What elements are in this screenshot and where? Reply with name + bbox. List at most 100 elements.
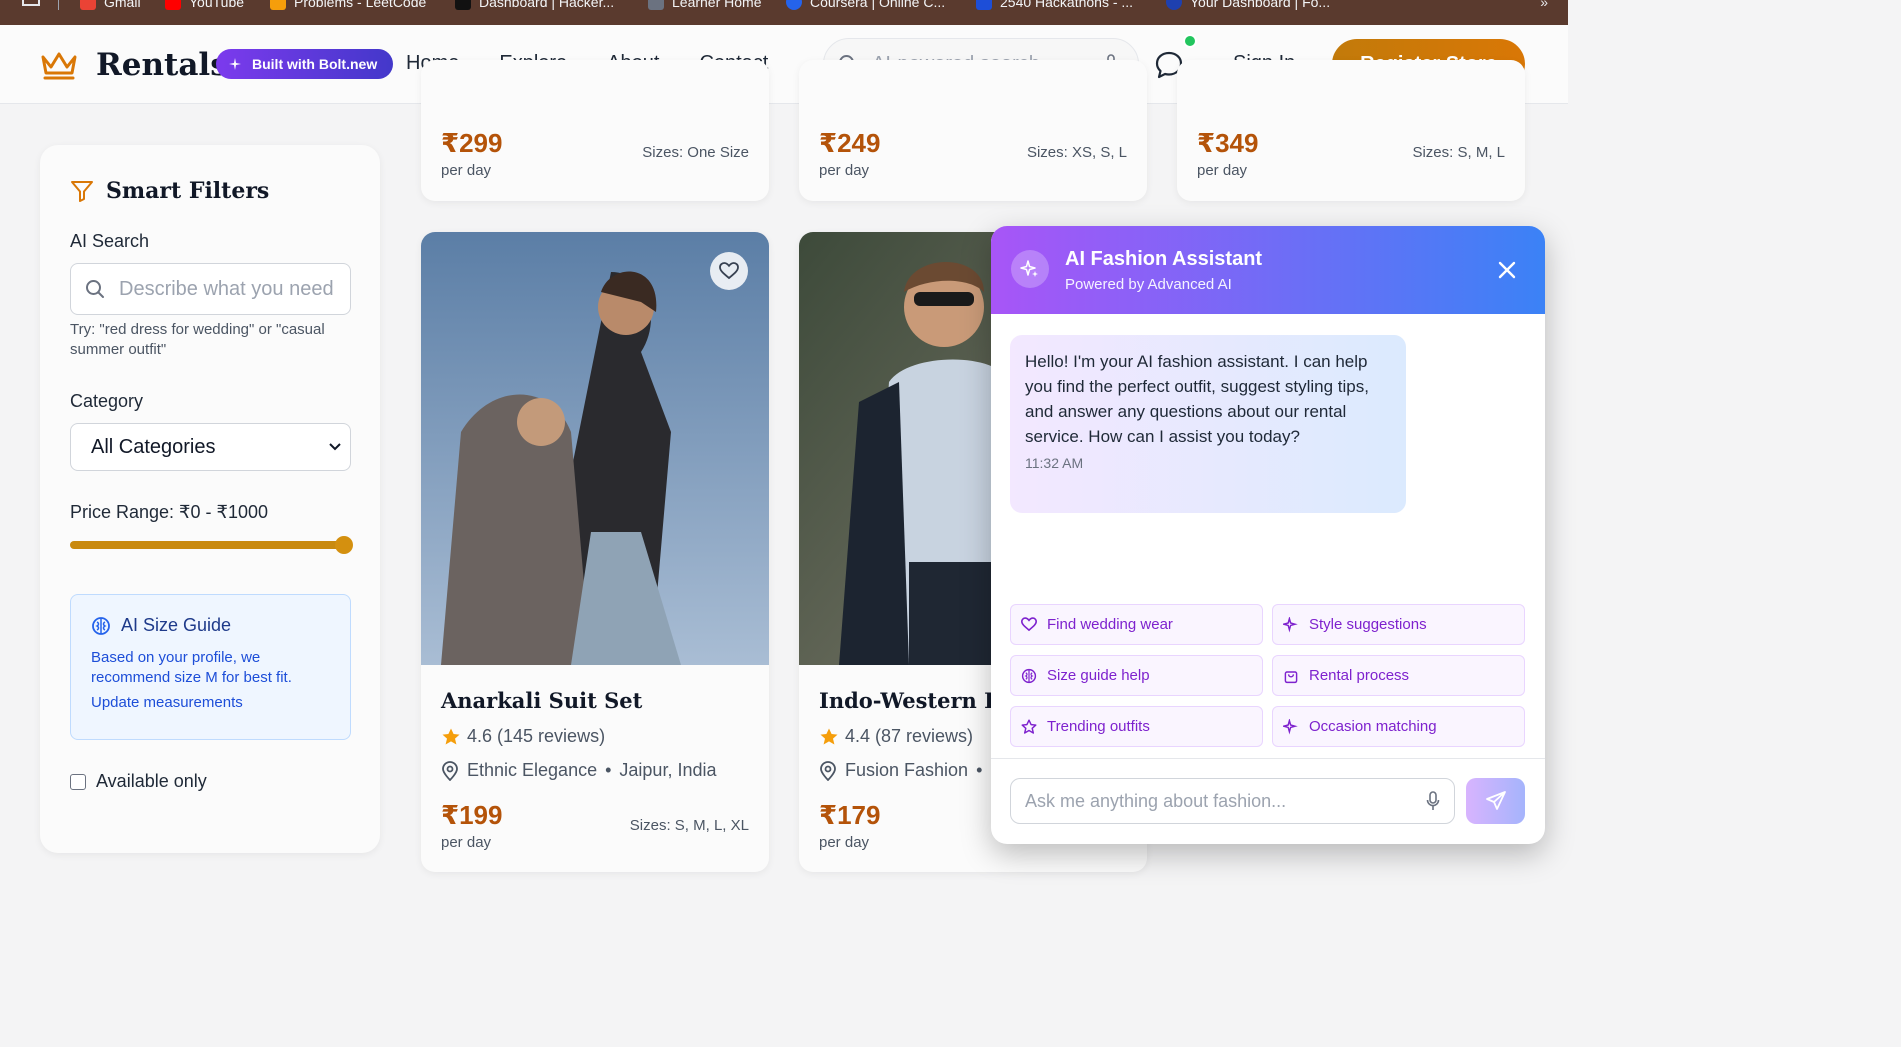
product-name[interactable]: Anarkali Suit Set	[441, 688, 642, 713]
quick-action-style-suggestions[interactable]: Style suggestions	[1272, 604, 1525, 645]
assistant-message-text: Hello! I'm your AI fashion assistant. I …	[1025, 352, 1369, 446]
bookmark-hackathons[interactable]: 2540 Hackathons - ...	[976, 0, 1133, 10]
update-measurements-link[interactable]: Update measurements	[91, 694, 330, 711]
available-only-checkbox[interactable]	[70, 773, 86, 790]
map-pin-icon	[820, 760, 836, 781]
filter-icon	[71, 181, 93, 202]
chip-label: Rental process	[1309, 667, 1410, 684]
chip-label: Style suggestions	[1309, 616, 1427, 633]
microphone-icon[interactable]	[1426, 791, 1440, 811]
close-icon[interactable]	[1496, 259, 1518, 281]
ai-search-input[interactable]: Describe what you need	[70, 263, 351, 315]
available-only-filter[interactable]: Available only	[70, 771, 207, 792]
bookmark-separator	[58, 0, 59, 10]
more-bookmarks-icon[interactable]: »	[1540, 0, 1548, 10]
heart-icon	[719, 262, 739, 280]
send-icon	[1485, 791, 1506, 810]
product-location: Fusion Fashion•E	[819, 760, 1002, 781]
category-select[interactable]: All Categories	[70, 423, 351, 471]
product-rating: 4.6 (145 reviews)	[441, 726, 605, 747]
assistant-avatar	[1011, 250, 1049, 288]
product-sizes: Sizes: S, M, L	[1412, 144, 1505, 161]
separator-dot: •	[605, 760, 612, 780]
bookmark-learner-home[interactable]: Learner Home	[648, 0, 762, 10]
brain-icon	[1021, 668, 1037, 683]
product-card-anarkali[interactable]: Anarkali Suit Set 4.6 (145 reviews) Ethn…	[421, 232, 769, 872]
size-guide-text: Based on your profile, we recommend size…	[91, 649, 292, 686]
product-sizes: Sizes: XS, S, L	[1026, 144, 1127, 161]
crown-icon	[41, 52, 77, 80]
chip-label: Occasion matching	[1309, 718, 1437, 735]
price-range-label: Price Range: ₹0 - ₹1000	[70, 502, 269, 522]
product-card[interactable]: ₹349 per day Sizes: S, M, L	[1177, 60, 1525, 201]
chip-label: Size guide help	[1047, 667, 1150, 684]
star-icon	[442, 728, 460, 744]
store-name: Fusion Fashion	[845, 760, 969, 780]
devpost-icon	[976, 0, 992, 10]
assistant-message-input[interactable]: Ask me anything about fashion...	[1010, 778, 1455, 824]
store-city: Jaipur, India	[619, 760, 717, 780]
bookmark-youtube[interactable]: YouTube	[165, 0, 244, 10]
bookmark-dashboard[interactable]: Your Dashboard | Fo...	[1166, 0, 1330, 10]
message-timestamp: 11:32 AM	[1025, 455, 1084, 471]
product-rating: 4.4 (87 reviews)	[819, 726, 973, 747]
price-period: per day	[819, 162, 870, 179]
ai-search-label: AI Search	[70, 231, 150, 251]
sparkles-icon	[1283, 616, 1298, 633]
ai-search-hint: Try: "red dress for wedding" or "casual …	[70, 321, 325, 358]
gmail-icon	[80, 0, 96, 10]
dashboard-icon	[1166, 0, 1182, 10]
price-period: per day	[441, 834, 492, 851]
star-icon	[820, 728, 838, 744]
bookmark-coursera[interactable]: Coursera | Online C...	[786, 0, 945, 10]
heart-icon	[1021, 617, 1037, 632]
bookmark-gmail[interactable]: Gmail	[80, 0, 141, 10]
learner-home-icon	[648, 0, 664, 10]
product-image	[421, 232, 769, 665]
ai-assistant-panel: AI Fashion Assistant Powered by Advanced…	[991, 226, 1545, 844]
coursera-icon	[786, 0, 802, 10]
available-only-label: Available only	[96, 771, 207, 791]
youtube-icon	[165, 0, 181, 10]
sparkles-icon	[1283, 718, 1298, 735]
input-divider	[991, 758, 1545, 759]
quick-action-rental-process[interactable]: Rental process	[1272, 655, 1525, 696]
assistant-message: Hello! I'm your AI fashion assistant. I …	[1010, 335, 1406, 513]
assistant-title: AI Fashion Assistant	[1065, 248, 1263, 270]
online-status-dot	[1183, 34, 1197, 48]
smart-filters-panel: Smart Filters AI Search Describe what yo…	[40, 145, 380, 853]
map-pin-icon	[442, 760, 458, 781]
separator-dot: •	[976, 760, 983, 780]
product-price: ₹199	[441, 800, 503, 830]
bookmark-hackerrank[interactable]: Dashboard | Hacker...	[455, 0, 614, 10]
size-guide-header: AI Size Guide	[91, 615, 330, 636]
chip-label: Trending outfits	[1047, 718, 1150, 735]
rating-text: 4.6 (145 reviews)	[467, 726, 606, 746]
quick-action-trending-outfits[interactable]: Trending outfits	[1010, 706, 1263, 747]
rating-text: 4.4 (87 reviews)	[845, 726, 974, 746]
price-range-slider[interactable]	[70, 536, 353, 554]
shopping-bag-icon	[1284, 670, 1298, 683]
product-location: Ethnic Elegance • Jaipur, India	[441, 760, 716, 781]
search-icon	[86, 280, 104, 298]
quick-action-occasion-matching[interactable]: Occasion matching	[1272, 706, 1525, 747]
brand-logo[interactable]: Rentals	[40, 47, 228, 83]
price-slider-thumb[interactable]	[335, 536, 353, 554]
favorite-button[interactable]	[710, 252, 748, 290]
smart-filters-title: Smart Filters	[70, 178, 269, 204]
brand-name: Rentals	[96, 47, 228, 83]
quick-action-wedding-wear[interactable]: Find wedding wear	[1010, 604, 1263, 645]
bookmark-leetcode[interactable]: Problems - LeetCode	[270, 0, 426, 10]
send-button[interactable]	[1466, 778, 1525, 824]
price-period: per day	[441, 162, 492, 179]
product-card[interactable]: ₹249 per day Sizes: XS, S, L	[799, 60, 1147, 201]
product-price: ₹349	[1197, 128, 1259, 158]
bolt-badge[interactable]: Built with Bolt.new	[216, 49, 394, 79]
bolt-badge-label: Built with Bolt.new	[252, 56, 378, 72]
apps-grid-icon[interactable]	[22, 0, 40, 6]
assistant-subtitle: Powered by Advanced AI	[1065, 276, 1232, 293]
smart-filters-label: Smart Filters	[106, 178, 270, 204]
product-card[interactable]: ₹299 per day Sizes: One Size	[421, 60, 769, 201]
product-price: ₹179	[819, 800, 881, 830]
quick-action-size-guide[interactable]: Size guide help	[1010, 655, 1263, 696]
